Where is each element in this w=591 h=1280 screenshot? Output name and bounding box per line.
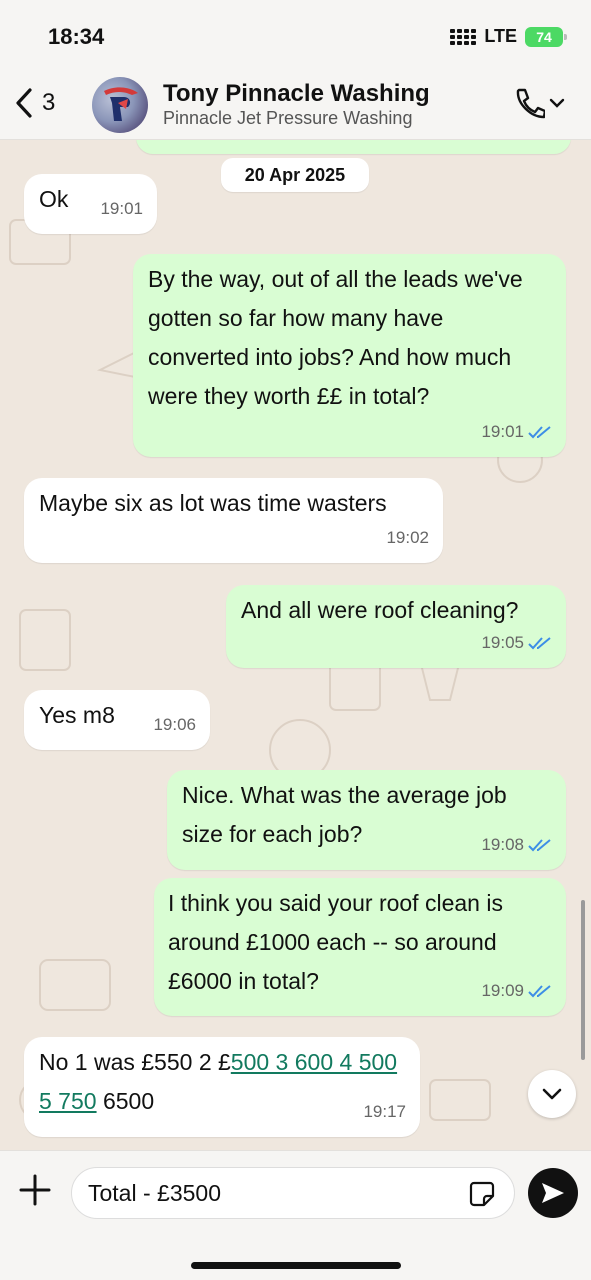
phone-icon (516, 88, 545, 119)
read-ticks-icon (528, 984, 551, 997)
read-ticks-icon (528, 636, 551, 649)
back-button[interactable]: 3 (12, 86, 55, 120)
message-time: 19:17 (363, 1102, 406, 1121)
send-icon (542, 1183, 564, 1203)
battery-icon: 74 (525, 26, 567, 47)
outgoing-message[interactable]: Nice. What was the average job size for … (167, 770, 566, 870)
message-time: 19:09 (481, 971, 552, 1010)
message-text: No 1 was £550 2 £500 3 600 4 500 5 750 6… (39, 1049, 398, 1114)
chevron-down-icon (542, 1088, 562, 1100)
message-time: 19:01 (100, 199, 143, 218)
message-text: And all were roof cleaning? (241, 597, 519, 623)
message-input-value: Total - £3500 (88, 1179, 221, 1206)
home-indicator (191, 1262, 401, 1269)
message-time: 19:02 (386, 528, 429, 547)
send-button[interactable] (528, 1168, 578, 1218)
contact-avatar[interactable] (92, 77, 148, 133)
status-time: 18:34 (48, 24, 105, 49)
read-ticks-icon (528, 425, 551, 438)
message-bubble-partial[interactable] (136, 140, 571, 154)
message-text: Maybe six as lot was time wasters (39, 490, 387, 516)
network-label: LTE (484, 26, 517, 46)
battery-level: 74 (536, 28, 552, 45)
message-time: 19:01 (481, 412, 552, 451)
message-time: 19:08 (481, 825, 552, 864)
scroll-to-bottom-button[interactable] (528, 1070, 576, 1118)
sticker-icon[interactable] (468, 1180, 496, 1208)
contact-name[interactable]: Tony Pinnacle Washing (163, 80, 430, 108)
plus-icon[interactable] (18, 1173, 52, 1207)
chat-area[interactable]: 20 Apr 2025 Ok 19:01 By the way, out of … (0, 140, 591, 1150)
call-button[interactable] (513, 86, 565, 120)
date-separator: 20 Apr 2025 (221, 158, 369, 192)
message-text: Nice. What was the average job size for … (182, 782, 507, 847)
outgoing-message[interactable]: And all were roof cleaning? 19:05 (226, 585, 566, 668)
outgoing-message[interactable]: I think you said your roof clean is arou… (154, 878, 566, 1016)
top-bar: 18:34 LTE 74 3 Tony Pinnacle Washing Pin… (0, 0, 591, 140)
message-time: 19:05 (481, 623, 552, 662)
incoming-message[interactable]: Ok 19:01 (24, 174, 157, 234)
chevron-left-icon (16, 88, 32, 118)
unread-count: 3 (42, 89, 56, 116)
scrollbar[interactable] (581, 900, 585, 1060)
status-icons: LTE 74 (450, 26, 567, 47)
incoming-message[interactable]: Yes m8 19:06 (24, 690, 210, 750)
message-text: Yes m8 (39, 702, 115, 728)
composer-bar: Total - £3500 (0, 1150, 591, 1280)
message-time: 19:06 (153, 715, 196, 734)
incoming-message[interactable]: Maybe six as lot was time wasters 19:02 (24, 478, 443, 563)
incoming-message[interactable]: No 1 was £550 2 £500 3 600 4 500 5 750 6… (24, 1037, 420, 1137)
read-ticks-icon (528, 838, 551, 851)
logo-icon (104, 87, 138, 121)
signal-icon (450, 28, 477, 45)
contact-subtitle: Pinnacle Jet Pressure Washing (163, 108, 413, 128)
message-text: Ok (39, 186, 69, 212)
message-text: By the way, out of all the leads we've g… (148, 266, 523, 409)
chevron-down-icon (549, 98, 565, 108)
outgoing-message[interactable]: By the way, out of all the leads we've g… (133, 254, 566, 457)
message-input[interactable]: Total - £3500 (71, 1167, 515, 1219)
